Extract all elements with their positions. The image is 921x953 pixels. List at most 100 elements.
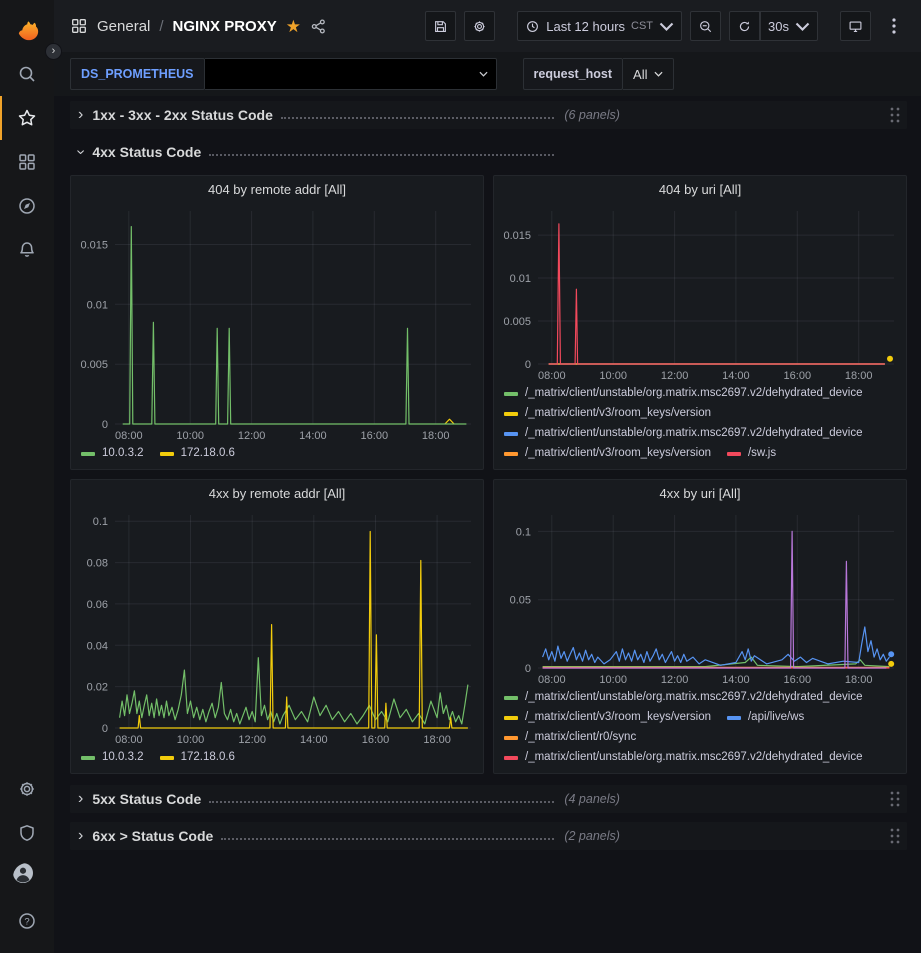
legend-item[interactable]: /_matrix/client/v3/room_keys/version	[504, 406, 711, 421]
svg-text:16:00: 16:00	[361, 430, 389, 442]
refresh-interval-picker[interactable]: 30s	[760, 11, 818, 41]
save-icon	[433, 19, 448, 34]
row-5xx[interactable]: › 5xx Status Code (4 panels)	[70, 785, 907, 813]
svg-text:18:00: 18:00	[845, 370, 873, 382]
sidebar-item-search[interactable]	[0, 52, 54, 96]
request-host-variable: request_host All	[523, 58, 675, 90]
svg-text:14:00: 14:00	[299, 430, 327, 442]
legend-item[interactable]: /_matrix/client/unstable/org.matrix.msc2…	[504, 426, 863, 441]
breadcrumb-separator: /	[159, 18, 163, 35]
row-drag-handle[interactable]	[889, 827, 901, 845]
legend-item[interactable]: 10.0.3.2	[81, 750, 144, 765]
share-icon	[310, 18, 327, 35]
time-series-chart[interactable]: 00.050.108:0010:0012:0014:0016:0018:00	[494, 507, 906, 688]
sidebar-item-help[interactable]: ?	[0, 899, 54, 943]
svg-text:14:00: 14:00	[722, 370, 750, 382]
sidebar-item-server-admin[interactable]	[0, 811, 54, 855]
sidebar-item-dashboards[interactable]	[0, 140, 54, 184]
request-host-variable-label[interactable]: request_host	[523, 58, 624, 90]
legend-item[interactable]: 10.0.3.2	[81, 446, 144, 461]
svg-text:10:00: 10:00	[599, 370, 627, 382]
chevron-down-icon	[654, 71, 663, 77]
svg-text:0: 0	[525, 663, 531, 675]
legend-series-color	[81, 452, 95, 456]
svg-text:18:00: 18:00	[422, 430, 450, 442]
row-left: 5xx Status Code	[92, 791, 562, 807]
legend-item[interactable]: 172.18.0.6	[160, 750, 235, 765]
panel-title[interactable]: 4xx by remote addr [All]	[71, 480, 483, 507]
svg-text:08:00: 08:00	[538, 674, 566, 686]
dashboard-scroll-area: › 1xx - 3xx - 2xx Status Code (6 panels)…	[54, 96, 921, 953]
legend-series-color	[504, 392, 518, 396]
panel-title[interactable]: 404 by uri [All]	[494, 176, 906, 203]
time-series-chart[interactable]: 00.0050.010.01508:0010:0012:0014:0016:00…	[494, 203, 906, 384]
breadcrumb-section[interactable]: General	[97, 18, 150, 35]
sidebar-expand-button[interactable]: ›	[45, 43, 62, 60]
favorite-star-icon[interactable]: ★	[286, 18, 301, 35]
dashboard-settings-button[interactable]	[464, 11, 495, 41]
svg-text:0.01: 0.01	[87, 299, 108, 311]
legend-item[interactable]: /_matrix/client/r0/sync	[504, 730, 636, 745]
row-drag-handle[interactable]	[889, 790, 901, 808]
svg-text:0.005: 0.005	[80, 359, 108, 371]
panel-title[interactable]: 4xx by uri [All]	[494, 480, 906, 507]
row-title: 6xx > Status Code	[92, 828, 213, 844]
avatar	[13, 863, 41, 891]
timezone-badge: CST	[631, 20, 653, 32]
save-dashboard-button[interactable]	[425, 11, 456, 41]
time-series-chart[interactable]: 00.0050.010.01508:0010:0012:0014:0016:00…	[71, 203, 483, 444]
svg-text:08:00: 08:00	[115, 430, 143, 442]
share-button[interactable]	[310, 18, 327, 35]
svg-text:0: 0	[102, 419, 108, 431]
legend-item[interactable]: /_matrix/client/v3/room_keys/version	[504, 710, 711, 725]
sidebar-item-profile[interactable]	[0, 855, 54, 899]
legend-item[interactable]: 172.18.0.6	[160, 446, 235, 461]
row-4xx[interactable]: › 4xx Status Code	[70, 138, 907, 166]
svg-text:0.015: 0.015	[503, 230, 531, 242]
legend-series-color	[504, 432, 518, 436]
row-left: 1xx - 3xx - 2xx Status Code	[92, 107, 562, 123]
legend-item[interactable]: /_matrix/client/unstable/org.matrix.msc2…	[504, 386, 863, 401]
legend-item[interactable]: /_matrix/client/v3/room_keys/version	[504, 446, 711, 461]
svg-text:0.015: 0.015	[80, 240, 108, 252]
row-dots	[221, 838, 554, 840]
legend-item[interactable]: /_matrix/client/unstable/org.matrix.msc2…	[504, 750, 863, 765]
legend-item[interactable]: /sw.js	[727, 446, 776, 461]
request-host-variable-value-dropdown[interactable]: All	[623, 58, 674, 90]
legend-item[interactable]: /_matrix/client/unstable/org.matrix.msc2…	[504, 690, 863, 705]
svg-text:0.02: 0.02	[87, 682, 108, 694]
row-6xx[interactable]: › 6xx > Status Code (2 panels)	[70, 822, 907, 850]
datasource-variable-value-dropdown[interactable]	[205, 58, 497, 90]
time-range-label: Last 12 hours	[546, 19, 625, 34]
row-title: 4xx Status Code	[92, 144, 201, 160]
star-icon	[17, 108, 37, 128]
more-options-button[interactable]	[879, 11, 909, 41]
svg-text:10:00: 10:00	[177, 734, 205, 746]
datasource-variable: DS_PROMETHEUS	[70, 58, 497, 90]
refresh-button[interactable]	[729, 11, 760, 41]
time-series-chart[interactable]: 00.020.040.060.080.108:0010:0012:0014:00…	[71, 507, 483, 748]
sidebar-item-starred[interactable]	[0, 96, 54, 140]
top-nav: General / NGINX PROXY ★	[54, 0, 921, 52]
sidebar-item-explore[interactable]	[0, 184, 54, 228]
chart-svg: 00.0050.010.01508:0010:0012:0014:0016:00…	[494, 203, 906, 384]
row-drag-handle[interactable]	[889, 106, 901, 124]
dashboard-title[interactable]: NGINX PROXY	[173, 18, 277, 35]
legend-series-color	[504, 696, 518, 700]
datasource-variable-label[interactable]: DS_PROMETHEUS	[70, 58, 205, 90]
clock-icon	[525, 19, 540, 34]
sidebar-item-alerting[interactable]	[0, 228, 54, 272]
tv-mode-button[interactable]	[840, 11, 871, 41]
sidebar-item-configuration[interactable]	[0, 767, 54, 811]
row-1xx-3xx-2xx[interactable]: › 1xx - 3xx - 2xx Status Code (6 panels)	[70, 101, 907, 129]
svg-text:08:00: 08:00	[115, 734, 143, 746]
refresh-icon	[737, 19, 752, 34]
panel-title[interactable]: 404 by remote addr [All]	[71, 176, 483, 203]
svg-text:0: 0	[102, 723, 108, 735]
shield-icon	[17, 823, 37, 843]
legend-item[interactable]: /api/live/ws	[727, 710, 804, 725]
zoom-out-button[interactable]	[690, 11, 721, 41]
legend-series-color	[504, 412, 518, 416]
time-range-picker[interactable]: Last 12 hours CST	[517, 11, 682, 41]
chart-svg: 00.050.108:0010:0012:0014:0016:0018:00	[494, 507, 906, 688]
